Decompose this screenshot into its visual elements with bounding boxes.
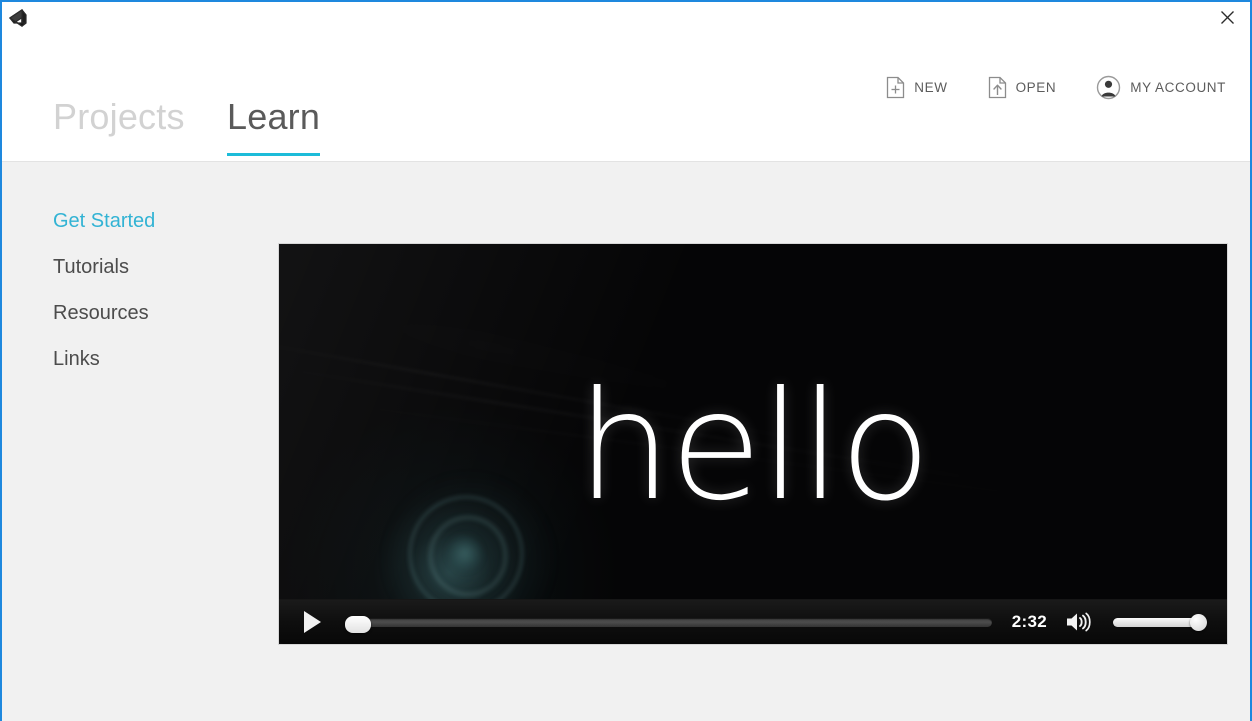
- tab-projects[interactable]: Projects: [53, 99, 185, 161]
- video-progress-handle[interactable]: [345, 615, 371, 633]
- sidebar-item-links[interactable]: Links: [2, 346, 278, 392]
- header-actions-group: NEW OPEN MY ACCOUNT: [886, 32, 1226, 162]
- lens-flare-ring-icon: [429, 516, 507, 596]
- play-button[interactable]: [301, 610, 323, 634]
- open-document-icon: [988, 76, 1007, 99]
- tab-learn-label: Learn: [227, 96, 321, 137]
- open-project-label: OPEN: [1015, 79, 1057, 95]
- video-stage: hello: [279, 244, 1227, 644]
- video-progress-track: [345, 617, 992, 627]
- content-area: Get Started Tutorials Resources Links he…: [2, 163, 1250, 721]
- video-progress-slider[interactable]: [345, 615, 992, 633]
- close-window-button[interactable]: [1204, 2, 1250, 32]
- sidebar-item-resources-label: Resources: [53, 302, 149, 324]
- mute-button[interactable]: [1065, 611, 1093, 633]
- volume-handle[interactable]: [1190, 613, 1207, 631]
- learn-sidebar: Get Started Tutorials Resources Links: [2, 163, 278, 392]
- title-bar: [2, 2, 1250, 32]
- video-player[interactable]: hello 2:32: [278, 243, 1228, 645]
- sidebar-item-tutorials[interactable]: Tutorials: [2, 254, 278, 300]
- my-account-label: MY ACCOUNT: [1130, 79, 1226, 95]
- unity-logo-icon: [6, 6, 30, 30]
- open-project-button[interactable]: OPEN: [988, 76, 1057, 99]
- user-account-icon: [1096, 75, 1121, 100]
- speaker-volume-icon: [1067, 612, 1091, 632]
- new-project-label: NEW: [914, 79, 948, 95]
- application-window: Projects Learn NEW OPEN MY ACCOUNT Get S…: [0, 0, 1252, 721]
- sidebar-item-get-started[interactable]: Get Started: [2, 208, 278, 254]
- close-icon: [1220, 10, 1234, 24]
- tab-projects-underline: [53, 153, 185, 156]
- play-icon: [303, 611, 321, 633]
- sidebar-item-resources[interactable]: Resources: [2, 300, 278, 346]
- video-title-text: hello: [576, 360, 931, 534]
- lens-flare-core-icon: [447, 534, 483, 572]
- tab-learn-underline: [227, 153, 321, 156]
- new-document-icon: [886, 76, 905, 99]
- video-time-display: 2:32: [1011, 612, 1047, 631]
- header-nav-bar: Projects Learn NEW OPEN MY ACCOUNT: [2, 32, 1250, 162]
- tab-projects-label: Projects: [53, 96, 185, 137]
- new-project-button[interactable]: NEW: [886, 76, 947, 99]
- tab-learn[interactable]: Learn: [227, 96, 321, 161]
- my-account-button[interactable]: MY ACCOUNT: [1096, 75, 1226, 100]
- video-controls-bar: 2:32: [279, 599, 1227, 644]
- sidebar-item-links-label: Links: [53, 348, 100, 370]
- volume-slider[interactable]: [1113, 613, 1207, 631]
- sidebar-item-tutorials-label: Tutorials: [53, 256, 129, 278]
- sidebar-item-get-started-label: Get Started: [53, 210, 156, 232]
